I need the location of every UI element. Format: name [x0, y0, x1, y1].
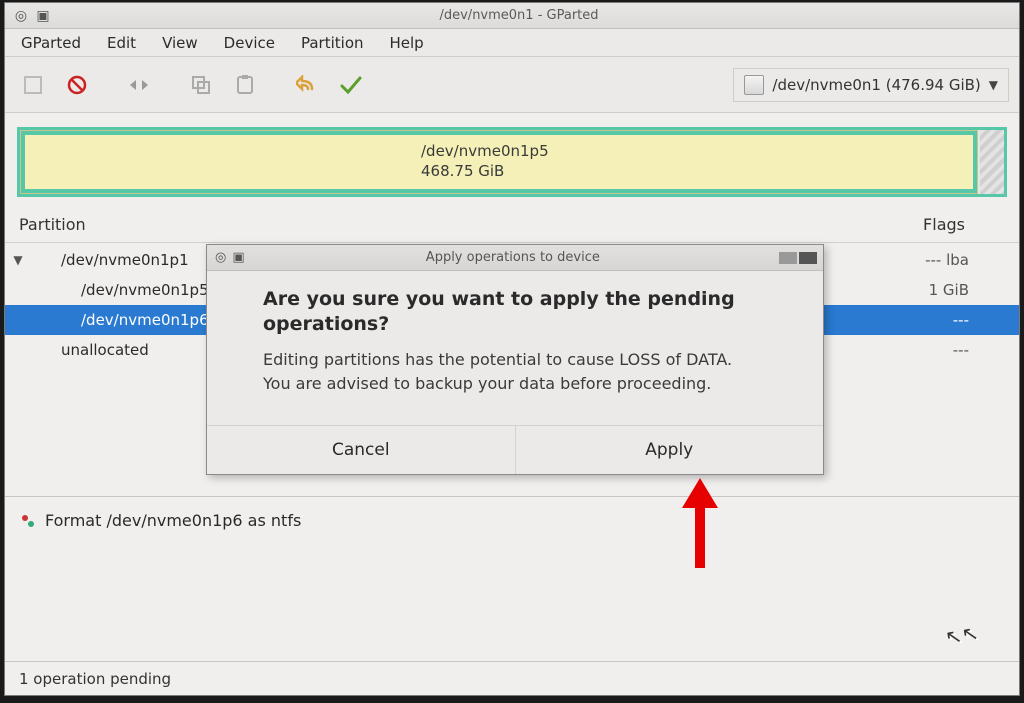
paste-button[interactable]: [227, 67, 263, 103]
operation-text: Format /dev/nvme0n1p6 as ntfs: [45, 511, 301, 530]
apply-dialog: ◎ ▣ Apply operations to device Are you s…: [206, 244, 824, 475]
dialog-body-text: Editing partitions has the potential to …: [263, 348, 795, 394]
menu-partition[interactable]: Partition: [289, 30, 376, 56]
dialog-title: Apply operations to device: [253, 250, 773, 265]
new-partition-button[interactable]: [15, 67, 51, 103]
disk-map-partition-name: /dev/nvme0n1p5: [421, 141, 977, 161]
status-text: 1 operation pending: [19, 670, 171, 688]
format-icon: [19, 512, 37, 530]
device-selector[interactable]: /dev/nvme0n1 (476.94 GiB) ▼: [733, 68, 1009, 102]
resize-move-button[interactable]: [121, 67, 157, 103]
maximize-icon[interactable]: [799, 252, 817, 264]
device-selector-label: /dev/nvme0n1 (476.94 GiB): [772, 76, 980, 94]
app-icon: ▣: [232, 250, 244, 265]
toolbar: /dev/nvme0n1 (476.94 GiB) ▼: [5, 57, 1019, 113]
column-partition[interactable]: Partition: [19, 215, 209, 234]
column-headers: Partition Flags: [5, 205, 1019, 243]
column-flags[interactable]: Flags: [209, 215, 1005, 234]
status-bar: 1 operation pending: [5, 661, 1019, 695]
delete-partition-button[interactable]: [59, 67, 95, 103]
window-titlebar: ◎ ▣ /dev/nvme0n1 - GParted: [5, 3, 1019, 29]
apply-button[interactable]: [333, 67, 369, 103]
dialog-titlebar: ◎ ▣ Apply operations to device: [207, 245, 823, 271]
dialog-heading: Are you sure you want to apply the pendi…: [263, 287, 795, 336]
chevron-down-icon: ▼: [989, 78, 998, 92]
debian-icon: ◎: [215, 250, 226, 265]
menu-edit[interactable]: Edit: [95, 30, 148, 56]
disk-map-partition[interactable]: /dev/nvme0n1p5 468.75 GiB: [20, 130, 978, 194]
cancel-button[interactable]: Cancel: [207, 426, 515, 474]
harddisk-icon: [744, 75, 764, 95]
menu-device[interactable]: Device: [212, 30, 287, 56]
pending-operations: Format /dev/nvme0n1p6 as ntfs: [5, 496, 1019, 534]
app-icon: ▣: [35, 8, 51, 24]
disk-map-unallocated[interactable]: [980, 130, 1004, 194]
disk-map[interactable]: /dev/nvme0n1p5 468.75 GiB: [17, 127, 1007, 197]
minimize-icon[interactable]: [779, 252, 797, 264]
expand-icon[interactable]: ▼: [5, 253, 31, 267]
window-title: /dev/nvme0n1 - GParted: [59, 8, 979, 23]
menu-view[interactable]: View: [150, 30, 210, 56]
undo-button[interactable]: [289, 67, 325, 103]
disk-map-partition-size: 468.75 GiB: [421, 161, 977, 181]
menu-help[interactable]: Help: [378, 30, 436, 56]
debian-icon: ◎: [13, 8, 29, 24]
copy-button[interactable]: [183, 67, 219, 103]
apply-confirm-button[interactable]: Apply: [515, 426, 824, 474]
menu-gparted[interactable]: GParted: [9, 30, 93, 56]
menubar: GParted Edit View Device Partition Help: [5, 29, 1019, 57]
